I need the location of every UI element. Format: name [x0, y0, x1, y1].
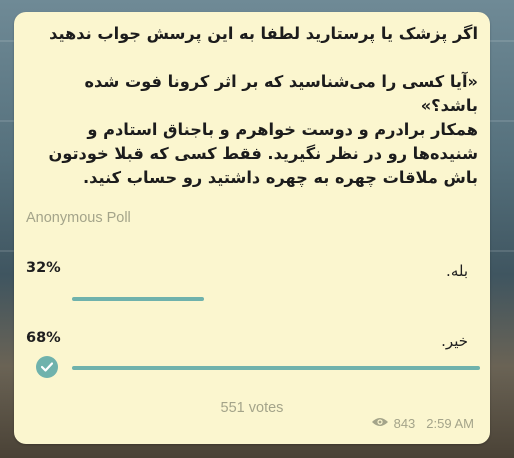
option-percent: 68%: [26, 330, 61, 346]
option-label: بله.: [446, 262, 468, 280]
eye-icon: [371, 416, 389, 431]
poll-message-bubble: اگر پزشک یا پرستارید لطفا به این پرسش جو…: [14, 12, 490, 444]
option-label: خیر.: [441, 332, 468, 350]
check-icon: [36, 356, 58, 378]
option-result-bar: [72, 297, 204, 301]
message-time: 2:59 AM: [426, 416, 474, 431]
message-meta: 843 2:59 AM: [371, 416, 474, 431]
vote-count[interactable]: 551 votes: [14, 400, 490, 416]
view-count: 843: [393, 416, 416, 431]
option-percent: 32%: [26, 260, 61, 276]
poll-question: اگر پزشک یا پرستارید لطفا به این پرسش جو…: [48, 24, 478, 187]
poll-type-label: Anonymous Poll: [26, 210, 131, 226]
option-result-bar: [72, 366, 480, 370]
